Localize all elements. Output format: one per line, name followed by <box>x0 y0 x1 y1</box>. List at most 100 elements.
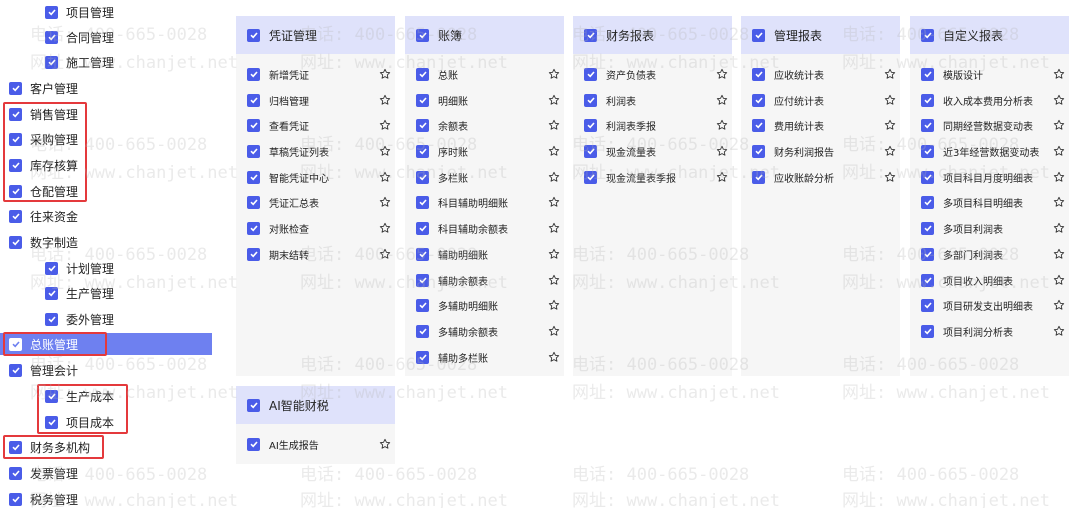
sidebar-item-project-cost[interactable]: 项目成本 <box>0 411 212 433</box>
checkbox-checked-icon[interactable] <box>416 28 429 42</box>
menu-item[interactable]: 辅助多栏账 <box>405 347 564 367</box>
star-icon[interactable] <box>379 68 391 80</box>
menu-item[interactable]: 辅助明细账 <box>405 244 564 264</box>
checkbox-checked-icon[interactable] <box>921 221 934 235</box>
checkbox-checked-icon[interactable] <box>247 67 260 81</box>
star-icon[interactable] <box>379 171 391 183</box>
checkbox-checked-icon[interactable] <box>247 221 260 235</box>
menu-item[interactable]: 收入成本费用分析表 <box>910 90 1069 110</box>
menu-item[interactable]: 草稿凭证列表 <box>236 141 395 161</box>
menu-item[interactable]: 多栏账 <box>405 167 564 187</box>
checkbox-checked-icon[interactable] <box>247 144 260 158</box>
checkbox-checked-icon[interactable] <box>584 28 597 42</box>
panel-header[interactable]: 账簿 <box>405 16 564 54</box>
star-icon[interactable] <box>1053 299 1065 311</box>
panel-header[interactable]: 管理报表 <box>741 16 900 54</box>
checkbox-checked-icon[interactable] <box>9 158 22 172</box>
sidebar-item-production-cost[interactable]: 生产成本 <box>0 385 212 407</box>
checkbox-checked-icon[interactable] <box>584 93 597 107</box>
menu-item[interactable]: 模版设计 <box>910 64 1069 84</box>
menu-item[interactable]: 总账 <box>405 64 564 84</box>
star-icon[interactable] <box>379 438 391 450</box>
checkbox-checked-icon[interactable] <box>45 261 58 275</box>
checkbox-checked-icon[interactable] <box>45 312 58 326</box>
checkbox-checked-icon[interactable] <box>584 118 597 132</box>
checkbox-checked-icon[interactable] <box>247 118 260 132</box>
sidebar-item-general-ledger[interactable]: 总账管理 <box>0 333 212 355</box>
checkbox-checked-icon[interactable] <box>9 440 22 454</box>
checkbox-checked-icon[interactable] <box>921 28 934 42</box>
menu-item[interactable]: 多辅助明细账 <box>405 295 564 315</box>
checkbox-checked-icon[interactable] <box>921 324 934 338</box>
checkbox-checked-icon[interactable] <box>416 273 429 287</box>
menu-item[interactable]: 应付统计表 <box>741 90 900 110</box>
menu-item[interactable]: 近3年经营数据变动表 <box>910 141 1069 161</box>
menu-item[interactable]: 多项目利润表 <box>910 218 1069 238</box>
checkbox-checked-icon[interactable] <box>416 144 429 158</box>
star-icon[interactable] <box>1053 94 1065 106</box>
menu-item[interactable]: 项目科目月度明细表 <box>910 167 1069 187</box>
menu-item[interactable]: 利润表 <box>573 90 732 110</box>
star-icon[interactable] <box>1053 248 1065 260</box>
checkbox-checked-icon[interactable] <box>921 298 934 312</box>
checkbox-checked-icon[interactable] <box>921 273 934 287</box>
sidebar-item-funds[interactable]: 往来资金 <box>0 205 212 227</box>
star-icon[interactable] <box>379 196 391 208</box>
checkbox-checked-icon[interactable] <box>45 30 58 44</box>
star-icon[interactable] <box>716 171 728 183</box>
checkbox-checked-icon[interactable] <box>247 247 260 261</box>
menu-item[interactable]: 余额表 <box>405 115 564 135</box>
checkbox-checked-icon[interactable] <box>9 209 22 223</box>
checkbox-checked-icon[interactable] <box>247 170 260 184</box>
checkbox-checked-icon[interactable] <box>416 221 429 235</box>
sidebar-item-management-accounting[interactable]: 管理会计 <box>0 359 212 381</box>
menu-item[interactable]: 凭证汇总表 <box>236 192 395 212</box>
checkbox-checked-icon[interactable] <box>9 107 22 121</box>
checkbox-checked-icon[interactable] <box>921 118 934 132</box>
checkbox-checked-icon[interactable] <box>416 118 429 132</box>
checkbox-checked-icon[interactable] <box>416 195 429 209</box>
checkbox-checked-icon[interactable] <box>9 81 22 95</box>
star-icon[interactable] <box>884 119 896 131</box>
star-icon[interactable] <box>548 119 560 131</box>
star-icon[interactable] <box>548 299 560 311</box>
menu-item[interactable]: 新增凭证 <box>236 64 395 84</box>
star-icon[interactable] <box>1053 68 1065 80</box>
sidebar-item-outsourcing[interactable]: 委外管理 <box>0 308 212 330</box>
star-icon[interactable] <box>379 222 391 234</box>
sidebar-item-manufacturing[interactable]: 数字制造 <box>0 231 212 253</box>
star-icon[interactable] <box>548 325 560 337</box>
panel-header[interactable]: 财务报表 <box>573 16 732 54</box>
menu-item[interactable]: 项目研发支出明细表 <box>910 295 1069 315</box>
menu-item[interactable]: 归档管理 <box>236 90 395 110</box>
sidebar-item-multi-org-finance[interactable]: 财务多机构 <box>0 436 212 458</box>
star-icon[interactable] <box>716 94 728 106</box>
star-icon[interactable] <box>716 145 728 157</box>
checkbox-checked-icon[interactable] <box>9 132 22 146</box>
sidebar-item-project[interactable]: 项目管理 <box>0 1 212 23</box>
checkbox-checked-icon[interactable] <box>921 170 934 184</box>
menu-item[interactable]: 查看凭证 <box>236 115 395 135</box>
star-icon[interactable] <box>548 351 560 363</box>
checkbox-checked-icon[interactable] <box>247 398 260 412</box>
checkbox-checked-icon[interactable] <box>9 235 22 249</box>
menu-item[interactable]: 财务利润报告 <box>741 141 900 161</box>
checkbox-checked-icon[interactable] <box>752 93 765 107</box>
star-icon[interactable] <box>1053 145 1065 157</box>
menu-item[interactable]: 现金流量表 <box>573 141 732 161</box>
checkbox-checked-icon[interactable] <box>584 67 597 81</box>
checkbox-checked-icon[interactable] <box>921 93 934 107</box>
panel-header[interactable]: 自定义报表 <box>910 16 1069 54</box>
checkbox-checked-icon[interactable] <box>752 144 765 158</box>
star-icon[interactable] <box>379 145 391 157</box>
star-icon[interactable] <box>548 196 560 208</box>
checkbox-checked-icon[interactable] <box>416 350 429 364</box>
menu-item[interactable]: 序时账 <box>405 141 564 161</box>
menu-item[interactable]: 资产负债表 <box>573 64 732 84</box>
star-icon[interactable] <box>1053 274 1065 286</box>
menu-item[interactable]: 应收统计表 <box>741 64 900 84</box>
menu-item[interactable]: AI生成报告 <box>236 434 395 454</box>
star-icon[interactable] <box>1053 325 1065 337</box>
star-icon[interactable] <box>1053 222 1065 234</box>
menu-item[interactable]: 现金流量表季报 <box>573 167 732 187</box>
